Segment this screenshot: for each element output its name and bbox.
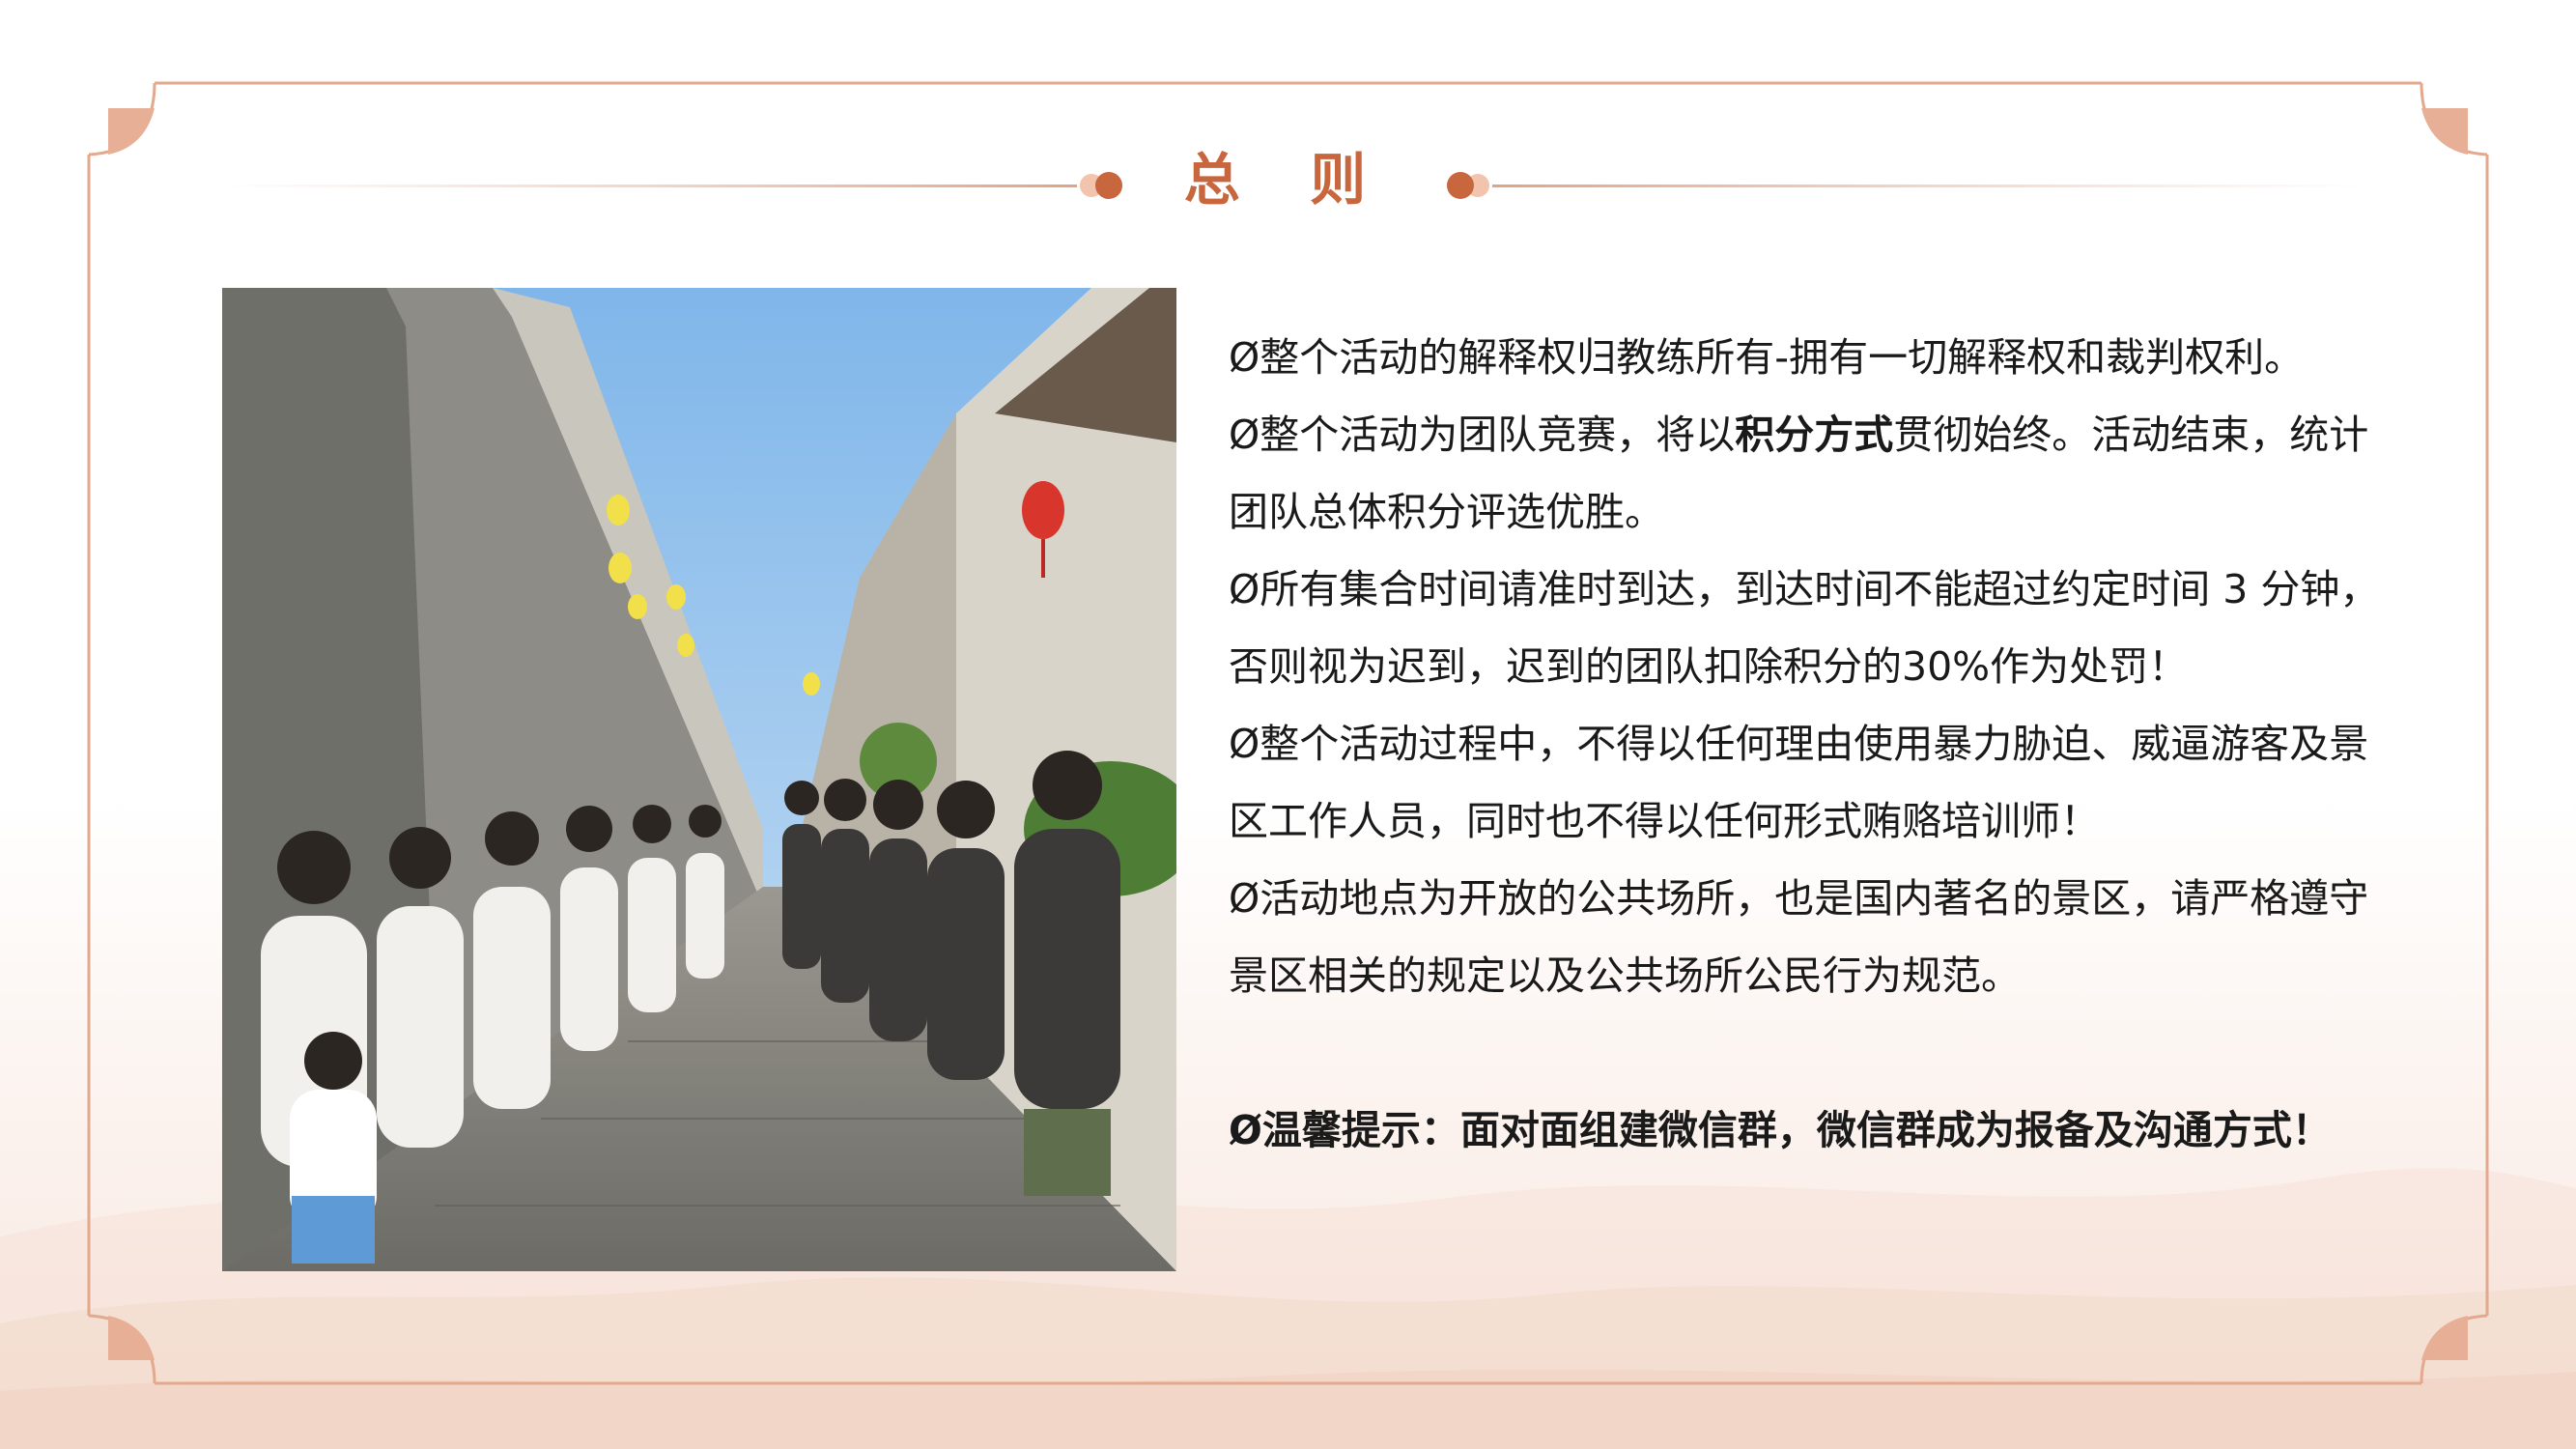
bullet-icon: Ø bbox=[1229, 566, 1260, 612]
page-title: 总 则 bbox=[1183, 147, 1392, 213]
rule-item-1: Ø整个活动的解释权归教练所有-拥有一切解释权和裁判权利。 bbox=[1229, 334, 2305, 381]
bullet-icon: Ø bbox=[1229, 875, 1260, 922]
rules-text-block: Ø整个活动的解释权归教练所有-拥有一切解释权和裁判权利。 Ø整个活动为团队竞赛，… bbox=[1229, 319, 2407, 1169]
bullet-icon: Ø bbox=[1229, 412, 1260, 458]
rule-item-5: Ø活动地点为开放的公共场所，也是国内著名的景区，请严格遵守景区相关的规定以及公共… bbox=[1229, 875, 2369, 999]
rule-item-3: Ø所有集合时间请准时到达，到达时间不能超过约定时间 3 分钟，否则视为迟到，迟到… bbox=[1229, 566, 2380, 690]
highlight-points-method: 积分方式 bbox=[1735, 412, 1894, 458]
bullet-icon: Ø bbox=[1229, 334, 1260, 381]
bullet-icon: Ø bbox=[1229, 721, 1260, 767]
rule-item-2: Ø整个活动为团队竞赛，将以积分方式贯彻始终。活动结束，统计团队总体积分评选优胜。 bbox=[1229, 412, 2369, 535]
rule-item-4: Ø整个活动过程中，不得以任何理由使用暴力胁迫、威逼游客及景区工作人员，同时也不得… bbox=[1229, 721, 2369, 844]
group-photo-image bbox=[222, 288, 1176, 1271]
slide: 总 则 Ø整个活动的解释权归教练所有-拥有一切解释权和裁判权利。 Ø整个活动为团… bbox=[0, 0, 2576, 1449]
warm-tip: Ø温馨提示：面对面组建微信群，微信群成为报备及沟通方式！ bbox=[1229, 1107, 2332, 1153]
bullet-icon: Ø bbox=[1229, 1107, 1262, 1153]
